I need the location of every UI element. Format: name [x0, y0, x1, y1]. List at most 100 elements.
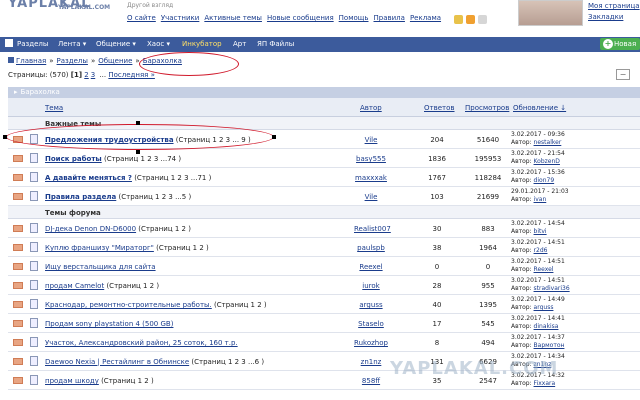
envelope-icon[interactable]	[13, 282, 23, 289]
topic-pages[interactable]: (Страниц 1 2 3 ...74 )	[104, 155, 181, 163]
update-author-link[interactable]: stradivari36	[534, 285, 570, 292]
topic-link[interactable]: Ищу верстальщика для сайта	[45, 263, 156, 271]
author-link[interactable]: Realist007	[354, 225, 391, 233]
topic-link[interactable]: А давайте меняться ?	[45, 174, 132, 182]
author-link[interactable]: paulspb	[354, 244, 388, 252]
table-row[interactable]: DJ-дека Denon DN-D6000 (Страниц 1 2 ) Rea…	[8, 219, 640, 238]
topic-link[interactable]: Куплю франшизу "Мираторг"	[45, 244, 154, 252]
mail-icon[interactable]	[478, 15, 487, 24]
envelope-icon[interactable]	[13, 174, 23, 181]
topic-pages[interactable]: (Страниц 1 2 )	[214, 301, 267, 309]
col-views[interactable]: Просмотров	[465, 104, 509, 112]
topic-link[interactable]: Продам sony playstation 4 (500 GB)	[45, 320, 173, 328]
page-link[interactable]: 3	[91, 71, 95, 79]
update-author-link[interactable]: dinakisa	[534, 323, 559, 330]
update-author-link[interactable]: arguss	[534, 304, 554, 311]
author-link[interactable]: maxxxak	[354, 174, 388, 182]
update-author-link[interactable]: r2d6	[534, 247, 548, 254]
navbar-item[interactable]: Арт	[233, 40, 246, 48]
table-row[interactable]: Ищу верстальщика для сайта Reexel 0 0 3.02.2…	[8, 257, 640, 276]
top-nav-link[interactable]: Активные темы	[204, 14, 262, 22]
page-link[interactable]: 2	[84, 71, 88, 79]
navbar-item[interactable]: Общение ▾	[96, 40, 136, 48]
author-link[interactable]: Reexel	[354, 263, 388, 271]
table-row[interactable]: Краснодар, ремонтно-строительные работы.…	[8, 295, 640, 314]
update-author-link[interactable]: KobzenD	[534, 158, 560, 165]
table-row[interactable]: Продам sony playstation 4 (500 GB) Stasel…	[8, 314, 640, 333]
table-row[interactable]: Куплю франшизу "Мираторг" (Страниц 1 2 )…	[8, 238, 640, 257]
home-icon[interactable]	[8, 57, 14, 63]
col-topic[interactable]: Тема	[45, 104, 63, 112]
update-author-link[interactable]: bitvi	[534, 228, 547, 235]
top-nav-link[interactable]: Новые сообщения	[267, 14, 334, 22]
navbar-item[interactable]: Хаос ▾	[147, 40, 170, 48]
topic-link[interactable]: продам шкоду	[45, 377, 99, 385]
table-row[interactable]: Участок, Александровский район, 25 соток…	[8, 333, 640, 352]
envelope-icon[interactable]	[13, 263, 23, 270]
new-topic-button[interactable]: + Новая	[600, 38, 640, 50]
col-author[interactable]: Автор	[360, 104, 382, 112]
update-author-link[interactable]: Fixxara	[534, 380, 556, 387]
author-link[interactable]: zn1nz	[354, 358, 388, 366]
author-link[interactable]: basy555	[354, 155, 388, 163]
col-replies[interactable]: Ответов	[424, 104, 455, 112]
topic-pages[interactable]: (Страниц 1 2 )	[106, 282, 159, 290]
envelope-icon[interactable]	[13, 244, 23, 251]
envelope-icon[interactable]	[13, 339, 23, 346]
author-link[interactable]: 858ff	[354, 377, 388, 385]
home-icon[interactable]	[5, 39, 13, 47]
navbar-item[interactable]: Инкубатор	[182, 40, 222, 48]
topic-link[interactable]: Поиск работы	[45, 155, 102, 163]
author-link[interactable]: arguss	[354, 301, 388, 309]
update-author-link[interactable]: dion79	[534, 177, 555, 184]
navbar-item[interactable]: Разделы	[17, 40, 48, 48]
envelope-icon[interactable]	[13, 155, 23, 162]
table-row[interactable]: продам Camelot (Страниц 1 2 ) iurok 28 955 3…	[8, 276, 640, 295]
envelope-icon[interactable]	[13, 377, 23, 384]
topic-link[interactable]: Краснодар, ремонтно-строительные работы.	[45, 301, 212, 309]
top-nav-link[interactable]: Реклама	[410, 14, 441, 22]
author-link[interactable]: Vile	[354, 193, 388, 201]
update-author-link[interactable]: ivan	[534, 196, 547, 203]
update-author-link[interactable]: Вармотон	[534, 342, 565, 349]
envelope-icon[interactable]	[13, 193, 23, 200]
envelope-icon[interactable]	[13, 358, 23, 365]
topic-link[interactable]: DJ-дека Denon DN-D6000	[45, 225, 136, 233]
table-row[interactable]: А давайте меняться ? (Страниц 1 2 3 ...7…	[8, 168, 640, 187]
topic-pages[interactable]: (Страниц 1 2 )	[156, 244, 209, 252]
topic-link[interactable]: продам Camelot	[45, 282, 104, 290]
update-author-link[interactable]: nestalker	[534, 139, 562, 146]
navbar-item[interactable]: ЯП Файлы	[257, 40, 294, 48]
account-link[interactable]: Закладки	[588, 12, 640, 23]
topic-link[interactable]: Правила раздела	[45, 193, 116, 201]
top-nav-link[interactable]: Помощь	[339, 14, 369, 22]
topic-pages[interactable]: (Страниц 1 2 3 ...5 )	[119, 193, 192, 201]
author-link[interactable]: Vile	[354, 136, 388, 144]
topic-link[interactable]: Участок, Александровский район, 25 соток…	[45, 339, 238, 347]
rss-icon[interactable]	[466, 15, 475, 24]
last-page-link[interactable]: Последняя »	[108, 71, 155, 79]
topic-pages[interactable]: (Страниц 1 2 )	[101, 377, 154, 385]
topic-pages[interactable]: (Страниц 1 2 3 ...6 )	[191, 358, 264, 366]
author-link[interactable]: Staselo	[354, 320, 388, 328]
topic-link[interactable]: Daewoo Nexia | Рестайлинг в Обнинске	[45, 358, 189, 366]
table-row[interactable]: Поиск работы (Страниц 1 2 3 ...74 ) basy5…	[8, 149, 640, 168]
account-link[interactable]: Моя страница	[588, 1, 640, 12]
breadcrumb-item[interactable]: Общение	[98, 57, 132, 65]
envelope-icon[interactable]	[13, 320, 23, 327]
navbar-item[interactable]: Лента ▾	[58, 40, 86, 48]
topic-pages[interactable]: (Страниц 1 2 )	[138, 225, 191, 233]
author-link[interactable]: iurok	[354, 282, 388, 290]
update-author-link[interactable]: Reexel	[534, 266, 554, 273]
col-updated[interactable]: Обновление ↓	[513, 104, 566, 112]
top-nav-link[interactable]: Правила	[374, 14, 405, 22]
top-nav-link[interactable]: Участники	[161, 14, 200, 22]
author-link[interactable]: Rukozhop	[354, 339, 388, 347]
table-row[interactable]: Правила раздела (Страниц 1 2 3 ...5 ) Vil…	[8, 187, 640, 206]
avatar[interactable]	[518, 0, 583, 26]
breadcrumb-item[interactable]: Разделы	[57, 57, 88, 65]
envelope-icon[interactable]	[13, 301, 23, 308]
topic-pages[interactable]: (Страниц 1 2 3 ...71 )	[134, 174, 211, 182]
site-logo[interactable]: YAPLAKAL YAPLAKAL.COM	[8, 0, 110, 12]
collapse-icon[interactable]: −	[616, 69, 630, 80]
